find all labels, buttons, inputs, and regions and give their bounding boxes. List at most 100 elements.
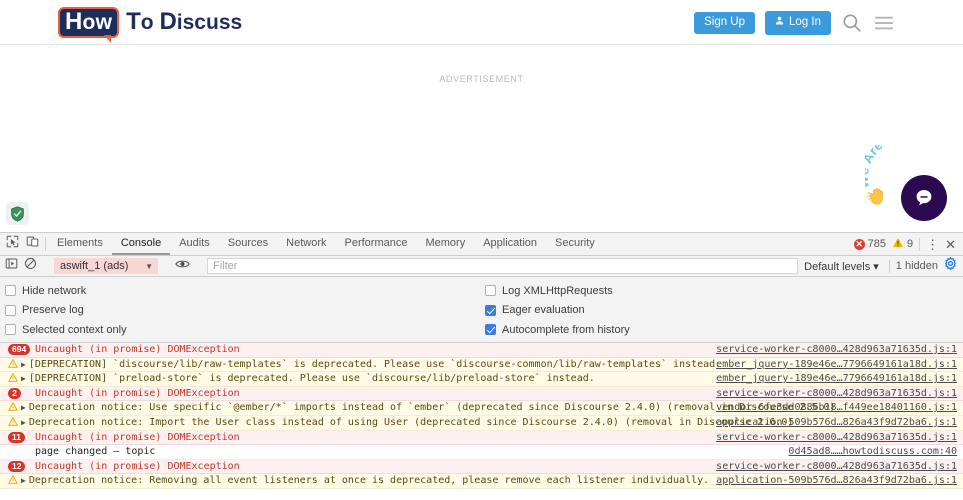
setting-autocomplete-from-history[interactable]: Autocomplete from history [485,320,630,340]
console-filter-bar: aswift_1 (ads) ▼ Default levels ▾ 1 hidd… [0,256,963,277]
preserve-log-checkbox[interactable] [5,304,16,316]
log-xmlhttprequests-checkbox[interactable] [485,285,496,297]
log-levels-dropdown[interactable]: Default levels ▾ [804,260,883,273]
expand-arrow-icon[interactable]: ▶ [20,416,29,427]
expand-arrow-icon[interactable]: ▶ [20,358,29,369]
tab-security[interactable]: Security [546,233,604,255]
console-source-link[interactable]: application-509b576d…826a43f9d72ba6.js:1 [716,475,957,486]
eager-evaluation-checkbox[interactable] [485,304,496,316]
tab-console-label: Console [120,237,162,249]
tab-performance[interactable]: Performance [336,233,417,255]
setting-eager-evaluation[interactable]: Eager evaluation [485,301,630,321]
device-toolbar-icon[interactable] [26,235,39,253]
console-source-link[interactable]: ember_jquery-189e46e…7796649161a18d.js:1 [716,373,957,384]
selected-context-only-checkbox[interactable] [5,324,16,336]
console-row[interactable]: 2 Uncaught (in promise) DOMException ser… [0,386,963,402]
message-badge: 2 [5,387,35,399]
console-source-link[interactable]: service-worker-c8000…428d963a71635d.js:1 [716,432,957,443]
clear-console-icon[interactable] [24,257,37,275]
warning-icon [5,401,20,412]
user-icon [775,16,784,29]
error-count-value: 785 [867,238,886,250]
tab-performance-label: Performance [344,237,408,249]
console-settings-panel: Hide network Preserve log Selected conte… [0,277,963,355]
console-settings-gear-icon[interactable] [944,257,957,275]
site-header: HHowow To Discuss Sign Up Log In [0,0,963,45]
preserve-log-label: Preserve log [22,304,84,317]
warning-count[interactable]: 9 [892,237,913,251]
console-message-list[interactable]: 694 Uncaught (in promise) DOMException s… [0,343,963,489]
console-row[interactable]: 694 Uncaught (in promise) DOMException s… [0,343,963,358]
console-row[interactable]: ▶ Deprecation notice: Removing all event… [0,474,963,489]
hide-network-checkbox[interactable] [5,285,16,297]
page-root: HHowow To Discuss Sign Up Log In [0,0,963,500]
console-row[interactable]: 12 Uncaught (in promise) DOMException se… [0,459,963,475]
console-source-link[interactable]: service-worker-c8000…428d963a71635d.js:1 [716,388,957,399]
inspect-element-icon[interactable] [6,235,19,253]
site-logo[interactable]: HHowow To Discuss [58,6,243,43]
live-expression-eye-icon[interactable] [175,257,190,275]
chat-bubble-icon[interactable] [901,175,947,221]
tab-network[interactable]: Network [277,233,335,255]
logo-todiscuss-text: To Discuss [126,8,243,35]
tab-sources[interactable]: Sources [219,233,277,255]
warning-icon [5,358,20,368]
setting-selected-context-only[interactable]: Selected context only [5,320,127,340]
logo-how-box: HHowow [58,6,120,43]
message-badge: 694 [5,343,35,355]
console-row[interactable]: page changed — topic 0d45ad8……howtodiscu… [0,445,963,460]
repeat-count-badge: 11 [8,431,25,443]
warning-icon [5,474,20,485]
execution-context-select[interactable]: aswift_1 (ads) ▼ [54,258,158,274]
warning-triangle-icon [892,237,904,251]
expand-arrow-icon[interactable]: ▶ [20,474,29,485]
setting-preserve-log[interactable]: Preserve log [5,301,127,321]
tab-elements[interactable]: Elements [48,233,112,255]
devtools-panel: Elements Console Audits Sources Network … [0,232,963,500]
repeat-count-badge: 2 [8,387,21,399]
error-count[interactable]: ✕ 785 [853,238,886,250]
tab-audits-label: Audits [179,237,210,249]
more-options-icon[interactable]: ⋮ [926,238,939,251]
eager-evaluation-label: Eager evaluation [502,304,585,317]
console-row[interactable]: ▶ Deprecation notice: Import the User cl… [0,415,963,431]
console-source-link[interactable]: application-509b576d…826a43f9d72ba6.js:1 [716,417,957,428]
setting-hide-network[interactable]: Hide network [5,281,127,301]
tab-audits[interactable]: Audits [170,233,219,255]
chat-widget[interactable]: We Are Here! [853,143,963,235]
hide-network-label: Hide network [22,284,87,297]
console-source-link[interactable]: service-worker-c8000…428d963a71635d.js:1 [716,461,957,472]
expand-arrow-icon[interactable]: ▶ [20,401,29,412]
shield-icon[interactable] [6,202,29,225]
message-badge [5,445,35,446]
setting-log-xmlhttprequests[interactable]: Log XMLHttpRequests [485,281,630,301]
devtools-status-area: ✕ 785 9 ⋮ ✕ [853,233,963,255]
console-source-link[interactable]: ember_jquery-189e46e…7796649161a18d.js:1 [716,359,957,370]
tab-application-label: Application [483,237,538,249]
expand-arrow-icon[interactable]: ▶ [20,372,29,383]
console-row[interactable]: 11 Uncaught (in promise) DOMException se… [0,430,963,446]
tab-memory[interactable]: Memory [416,233,474,255]
console-row[interactable]: ▶ Deprecation notice: Use specific `@emb… [0,401,963,416]
warning-icon [5,372,20,382]
autocomplete-from-history-checkbox[interactable] [485,324,496,336]
console-row[interactable]: ▶ [DEPRECATION] `discourse/lib/raw-templ… [0,357,963,373]
tab-console[interactable]: Console [111,233,171,255]
console-filter-input[interactable] [207,258,799,274]
execute-sidebar-icon[interactable] [5,257,18,275]
console-source-link[interactable]: 0d45ad8……howtodiscuss.com:40 [788,446,957,457]
repeat-count-badge: 12 [8,460,26,472]
hamburger-menu-icon[interactable] [873,15,895,31]
console-source-link[interactable]: vendor-6fe3dd0886b18…f449ee18401160.js:1 [716,402,957,413]
tab-application[interactable]: Application [474,233,546,255]
search-icon[interactable] [841,12,863,34]
console-source-link[interactable]: service-worker-c8000…428d963a71635d.js:1 [716,344,957,355]
error-circle-icon: ✕ [853,238,865,250]
console-row[interactable]: ▶ [DEPRECATION] `preload-store` is depre… [0,372,963,387]
close-icon[interactable]: ✕ [945,238,956,251]
sign-up-button[interactable]: Sign Up [694,11,756,34]
log-in-button[interactable]: Log In [765,11,831,35]
message-badge: 11 [5,431,35,443]
log-in-label: Log In [789,15,821,28]
message-badge: 12 [5,460,35,472]
